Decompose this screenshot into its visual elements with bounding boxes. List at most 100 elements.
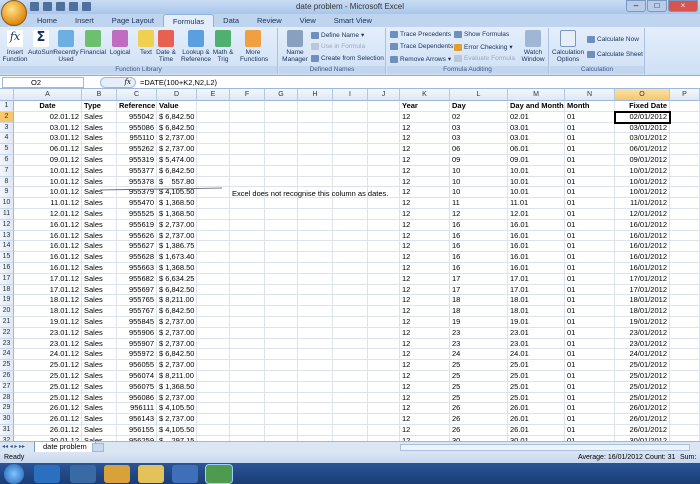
row-header-22[interactable]: 22 (0, 327, 14, 339)
financial-button[interactable]: Financial (80, 30, 106, 56)
cell-J18[interactable] (368, 284, 400, 296)
tab-review[interactable]: Review (248, 14, 291, 27)
cell-I5[interactable] (333, 144, 368, 155)
cell-F17[interactable] (230, 273, 265, 285)
cell-E2[interactable] (197, 111, 230, 123)
cell-L22[interactable]: 23 (450, 327, 508, 339)
cell-L10[interactable]: 11 (450, 198, 508, 209)
cell-P3[interactable] (670, 122, 700, 134)
column-header-N[interactable]: N (565, 89, 615, 101)
cell-G20[interactable] (265, 306, 298, 317)
row-header-4[interactable]: 4 (0, 133, 14, 145)
cell-J28[interactable] (368, 392, 400, 404)
row-header-9[interactable]: 9 (0, 187, 14, 199)
cell-O18[interactable]: 17/01/2012 (615, 284, 670, 296)
cell-J14[interactable] (368, 241, 400, 253)
cell-M4[interactable]: 03.01 (508, 133, 565, 145)
cell-C3[interactable]: 955086 (117, 122, 157, 134)
cell-G4[interactable] (265, 133, 298, 145)
cell-A3[interactable]: 03.01.12 (14, 122, 82, 134)
cell-P2[interactable] (670, 111, 700, 123)
cell-I18[interactable] (333, 284, 368, 296)
cell-F13[interactable] (230, 230, 265, 242)
cell-A23[interactable]: 23.01.12 (14, 338, 82, 350)
cell-H11[interactable] (298, 209, 333, 220)
cell-P22[interactable] (670, 327, 700, 339)
cell-N22[interactable]: 01 (565, 327, 615, 339)
cell-D25[interactable]: $ 2,737.00 (157, 360, 197, 371)
cell-D24[interactable]: $ 6,842.50 (157, 349, 197, 361)
cell-C10[interactable]: 955470 (117, 198, 157, 209)
cell-D12[interactable]: $ 2,737.00 (157, 219, 197, 231)
cell-G26[interactable] (265, 371, 298, 382)
row-header-27[interactable]: 27 (0, 381, 14, 393)
cell-I21[interactable] (333, 317, 368, 328)
cell-H25[interactable] (298, 360, 333, 371)
cell-P5[interactable] (670, 144, 700, 155)
cell-O26[interactable]: 25/01/2012 (615, 371, 670, 382)
cell-A19[interactable]: 18.01.12 (14, 295, 82, 307)
cell-P31[interactable] (670, 425, 700, 436)
use-in-formula-button[interactable]: Use in Formula (311, 43, 365, 50)
cell-P14[interactable] (670, 241, 700, 253)
cell-A21[interactable]: 19.01.12 (14, 317, 82, 328)
cell-K27[interactable]: 12 (400, 381, 450, 393)
cell-C16[interactable]: 955663 (117, 263, 157, 274)
row-header-16[interactable]: 16 (0, 263, 14, 274)
cell-L20[interactable]: 18 (450, 306, 508, 317)
cell-I12[interactable] (333, 219, 368, 231)
cell-M10[interactable]: 11.01 (508, 198, 565, 209)
row-header-23[interactable]: 23 (0, 338, 14, 350)
cell-L9[interactable]: 10 (450, 187, 508, 199)
cell-A30[interactable]: 26.01.12 (14, 414, 82, 425)
cell-B11[interactable]: Sales (82, 209, 117, 220)
cell-B7[interactable]: Sales (82, 165, 117, 177)
cell-E14[interactable] (197, 241, 230, 253)
cell-G7[interactable] (265, 165, 298, 177)
cell-O23[interactable]: 23/01/2012 (615, 338, 670, 350)
cell-D1[interactable]: Value (157, 101, 197, 112)
cell-O17[interactable]: 17/01/2012 (615, 273, 670, 285)
excel-icon[interactable] (205, 464, 233, 484)
cell-H5[interactable] (298, 144, 333, 155)
cell-C27[interactable]: 956075 (117, 381, 157, 393)
cell-P7[interactable] (670, 165, 700, 177)
cell-G16[interactable] (265, 263, 298, 274)
cell-L21[interactable]: 19 (450, 317, 508, 328)
insert-function-button[interactable]: fx Insert Function (2, 30, 28, 63)
cell-H19[interactable] (298, 295, 333, 307)
cell-A15[interactable]: 16.01.12 (14, 252, 82, 263)
row-header-14[interactable]: 14 (0, 241, 14, 253)
cell-J21[interactable] (368, 317, 400, 328)
cell-J27[interactable] (368, 381, 400, 393)
cell-N24[interactable]: 01 (565, 349, 615, 361)
cell-J20[interactable] (368, 306, 400, 317)
row-header-7[interactable]: 7 (0, 165, 14, 177)
tab-home[interactable]: Home (28, 14, 66, 27)
cell-M3[interactable]: 03.01 (508, 122, 565, 134)
cell-D22[interactable]: $ 2,737.00 (157, 327, 197, 339)
cell-F21[interactable] (230, 317, 265, 328)
cell-G22[interactable] (265, 327, 298, 339)
cell-G27[interactable] (265, 381, 298, 393)
tab-page-layout[interactable]: Page Layout (103, 14, 163, 27)
row-header-5[interactable]: 5 (0, 144, 14, 155)
cell-D18[interactable]: $ 6,842.50 (157, 284, 197, 296)
cell-E15[interactable] (197, 252, 230, 263)
cell-D5[interactable]: $ 2,737.00 (157, 144, 197, 155)
create-from-selection-button[interactable]: Create from Selection (311, 55, 384, 62)
cell-E17[interactable] (197, 273, 230, 285)
row-header-24[interactable]: 24 (0, 349, 14, 361)
cell-K14[interactable]: 12 (400, 241, 450, 253)
cell-O30[interactable]: 26/01/2012 (615, 414, 670, 425)
cell-A10[interactable]: 11.01.12 (14, 198, 82, 209)
column-header-G[interactable]: G (265, 89, 298, 101)
cell-M20[interactable]: 18.01 (508, 306, 565, 317)
minimize-button[interactable]: – (626, 0, 646, 12)
cell-B22[interactable]: Sales (82, 327, 117, 339)
cell-A24[interactable]: 24.01.12 (14, 349, 82, 361)
cell-C29[interactable]: 956111 (117, 403, 157, 415)
cell-P24[interactable] (670, 349, 700, 361)
cell-J25[interactable] (368, 360, 400, 371)
cell-H18[interactable] (298, 284, 333, 296)
